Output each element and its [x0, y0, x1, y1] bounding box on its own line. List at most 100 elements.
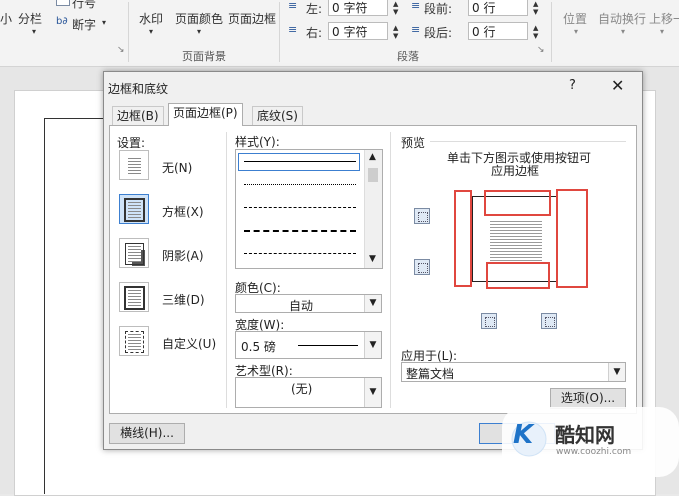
bring-forward-dropdown-icon[interactable]: ▾ — [660, 27, 664, 36]
setting-box-icon[interactable] — [119, 194, 149, 224]
ribbon-separator — [279, 2, 280, 62]
apply-to-select[interactable]: 整篇文档 ▼ — [401, 362, 626, 382]
setting-none-label[interactable]: 无(N) — [162, 159, 192, 176]
scroll-thumb[interactable] — [368, 168, 378, 182]
right-border-button[interactable] — [541, 313, 557, 329]
chevron-down-icon[interactable]: ▼ — [364, 332, 381, 358]
space-before-spinner[interactable]: ▲ ▼ — [533, 0, 538, 16]
setting-none-icon[interactable] — [119, 150, 149, 180]
style-scrollbar[interactable]: ▲ ▼ — [364, 150, 382, 268]
tab-page-border[interactable]: 页面边框(P) — [168, 103, 243, 126]
line-numbers-button[interactable]: 行号 — [72, 0, 96, 11]
setting-3d-icon[interactable] — [119, 282, 149, 312]
space-after-label: 段后: — [424, 26, 453, 40]
style-selected-item[interactable] — [238, 153, 360, 171]
color-value: 自动 — [289, 299, 314, 313]
close-icon[interactable]: ✕ — [611, 76, 624, 95]
watermark-button[interactable]: 水印 — [139, 10, 163, 27]
indent-left-input[interactable]: 0 字符 — [328, 0, 388, 16]
art-value: (无) — [291, 382, 313, 396]
color-select[interactable]: 自动 ▼ — [235, 294, 382, 313]
position-dropdown-icon[interactable]: ▾ — [574, 27, 578, 36]
style-dash-line[interactable] — [244, 207, 356, 208]
style-dotted-line[interactable] — [244, 184, 356, 185]
wrap-text-button[interactable]: 自动换行 — [598, 10, 646, 27]
style-long-dash-line[interactable] — [244, 230, 356, 232]
watermark-dropdown-icon[interactable]: ▾ — [149, 27, 153, 36]
page-borders-button[interactable]: 页面边框 — [228, 10, 276, 27]
space-before-icon: ≡ — [411, 0, 421, 12]
style-dash-dot-line[interactable] — [244, 253, 356, 254]
columns-button[interactable]: 分栏 — [18, 10, 42, 27]
site-watermark: K 酷知网 www.coozhi.com — [497, 407, 679, 477]
column-divider — [390, 132, 391, 408]
chevron-down-icon[interactable]: ▼ — [364, 378, 381, 407]
ribbon-separator — [551, 2, 552, 62]
layout-launcher-icon[interactable]: ↘ — [117, 45, 125, 55]
indent-right-spinner[interactable]: ▲ ▼ — [393, 24, 398, 40]
help-button[interactable]: ? — [569, 78, 576, 93]
preview-text-lines — [490, 221, 542, 261]
style-solid-line[interactable] — [244, 161, 356, 162]
scroll-up-icon[interactable]: ▲ — [369, 152, 376, 162]
space-after-input[interactable]: 0 行 — [468, 22, 528, 40]
setting-shadow-label[interactable]: 阴影(A) — [162, 247, 204, 264]
hyphenation-icon: b∂ — [56, 16, 68, 27]
apply-to-value: 整篇文档 — [406, 367, 455, 381]
highlight-left-edge — [454, 190, 472, 287]
setting-shadow-icon[interactable] — [119, 238, 149, 268]
dialog-title: 边框和底纹 — [108, 82, 169, 96]
preview-label: 预览 — [401, 136, 426, 150]
width-preview-line — [298, 345, 358, 346]
width-select[interactable]: 0.5 磅 ▼ — [235, 331, 382, 359]
chevron-down-icon[interactable]: ▼ — [608, 363, 625, 381]
horizontal-line-button[interactable]: 横线(H)... — [109, 423, 185, 444]
ribbon-separator — [128, 2, 129, 62]
space-before-label: 段前: — [424, 2, 453, 16]
ribbon-small-label[interactable]: 小 — [0, 10, 12, 27]
left-border-button[interactable] — [481, 313, 497, 329]
wrap-text-dropdown-icon[interactable]: ▾ — [621, 27, 625, 36]
space-after-icon: ≡ — [411, 23, 421, 36]
highlight-right-edge — [556, 189, 588, 288]
page-margin-guide — [44, 118, 104, 119]
watermark-brand: 酷知网 — [555, 423, 615, 447]
chevron-down-icon[interactable]: ▼ — [364, 295, 381, 312]
style-label: 样式(Y): — [235, 135, 280, 149]
bottom-border-button[interactable] — [414, 259, 430, 275]
position-button[interactable]: 位置 — [563, 10, 587, 27]
preview-rule — [430, 141, 626, 142]
art-select[interactable]: (无) ▼ — [235, 377, 382, 408]
indent-left-spinner[interactable]: ▲ ▼ — [393, 0, 398, 16]
column-divider — [226, 132, 227, 408]
page-color-dropdown-icon[interactable]: ▾ — [197, 27, 201, 36]
top-border-button[interactable] — [414, 208, 430, 224]
page-color-button[interactable]: 页面颜色 — [175, 10, 223, 27]
bring-forward-button[interactable]: 上移一 — [649, 10, 679, 27]
borders-shading-dialog: 边框和底纹 ? ✕ 边框(B) 页面边框(P) 底纹(S) 设置: 无(N) 方… — [103, 71, 643, 450]
paragraph-launcher-icon[interactable]: ↘ — [537, 45, 545, 55]
indent-left-icon: ≡ — [288, 0, 298, 12]
tab-borders[interactable]: 边框(B) — [112, 106, 164, 125]
tab-shading[interactable]: 底纹(S) — [252, 106, 303, 125]
style-list[interactable]: ▲ ▼ — [235, 149, 383, 269]
width-value: 0.5 磅 — [241, 340, 276, 354]
setting-custom-icon[interactable] — [119, 326, 149, 356]
columns-dropdown-icon[interactable]: ▾ — [32, 27, 36, 36]
indent-right-input[interactable]: 0 字符 — [328, 22, 388, 40]
hyphenation-button[interactable]: 断字 — [72, 16, 96, 33]
hyphenation-dropdown-icon[interactable]: ▾ — [102, 18, 106, 27]
watermark-logo-icon: K — [513, 420, 534, 450]
ribbon: 小 分栏 ▾ 行号 b∂ 断字 ▾ ↘ 水印 ▾ 页面颜色 ▾ 页面边框 页面背… — [0, 0, 679, 67]
options-button[interactable]: 选项(O)... — [550, 388, 626, 409]
scroll-down-icon[interactable]: ▼ — [369, 254, 376, 264]
space-before-input[interactable]: 0 行 — [468, 0, 528, 16]
highlight-bottom-edge — [486, 262, 550, 289]
setting-custom-label[interactable]: 自定义(U) — [162, 335, 216, 352]
indent-left-label: 左: — [306, 2, 323, 16]
setting-3d-label[interactable]: 三维(D) — [162, 291, 205, 308]
space-after-spinner[interactable]: ▲ ▼ — [533, 24, 538, 40]
page-margin-guide — [44, 118, 45, 494]
indent-right-icon: ≡ — [288, 23, 298, 36]
setting-box-label[interactable]: 方框(X) — [162, 203, 204, 220]
